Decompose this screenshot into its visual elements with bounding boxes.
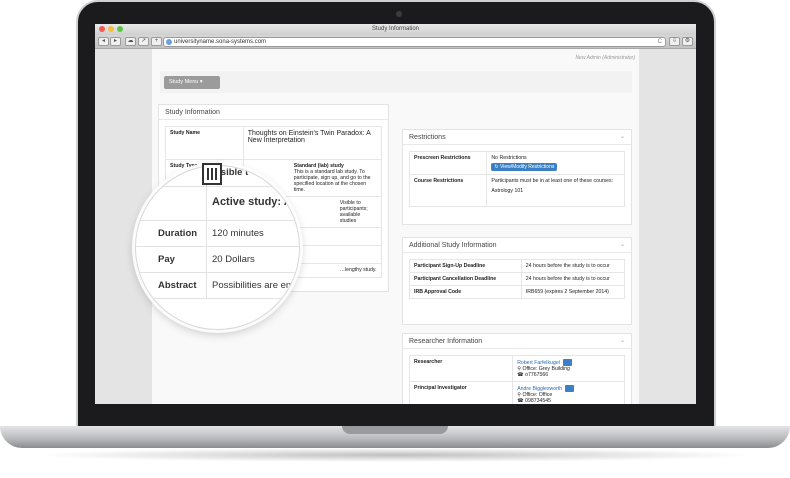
magnified-row: Abstract Possibilities are endl: [136, 272, 299, 298]
window-titlebar: Study Information: [95, 24, 696, 35]
laptop-notch: [342, 426, 448, 434]
researcher-phone: ☎ o7767566: [517, 372, 549, 378]
forward-button[interactable]: ▸: [110, 37, 121, 46]
magnified-key: Duration: [158, 228, 198, 239]
magnified-value: 120 minutes: [212, 228, 264, 239]
restrictions-title: Restrictions: [409, 134, 446, 141]
researcher-panel: Researcher Information ⌄ Researcher Robe…: [402, 333, 632, 404]
magnifier-lens: Visible t Active study: Ap Duration 120 …: [135, 165, 300, 330]
phone-text: 098734545: [525, 398, 552, 404]
additional-table: Participant Sign-Up Deadline 24 hours be…: [409, 259, 626, 299]
gear-icon[interactable]: ⚙: [682, 37, 693, 46]
logged-in-user: New Admin (Administrator): [575, 55, 635, 61]
view-modify-restrictions-button[interactable]: ↻ View/Modify Restrictions: [491, 163, 558, 171]
panel-title: Researcher Information ⌄: [403, 334, 631, 349]
row-key: Principal Investigator: [408, 381, 514, 404]
minimize-window-button[interactable]: [108, 26, 114, 32]
window-controls: [99, 26, 123, 32]
divider: [206, 187, 207, 220]
download-icon[interactable]: ⇩: [669, 37, 680, 46]
building-icon: [202, 163, 222, 185]
divider: [206, 273, 207, 298]
chevron-down-icon[interactable]: ⌄: [620, 130, 625, 145]
table-row: IRB Approval Code IRB659 (expires 2 Sept…: [409, 285, 626, 299]
study-menu-button[interactable]: Study Menu ▾: [164, 76, 220, 89]
row-value: 24 hours before the study is to occur: [520, 272, 626, 286]
chevron-down-icon[interactable]: ⌄: [620, 334, 625, 349]
panel-title: Additional Study Information ⌄: [403, 238, 631, 253]
magnified-key: Pay: [158, 254, 175, 265]
row-key: Study Name: [165, 126, 244, 160]
cloud-icon[interactable]: ☁: [125, 37, 136, 46]
camera-icon: [396, 11, 402, 17]
row-value: 24 hours before the study is to occur: [520, 259, 626, 273]
row-key: Researcher: [408, 355, 514, 382]
phone-text: o7767566: [525, 372, 549, 378]
menu-bar: [160, 71, 632, 93]
prescreen-cell: No Restrictions ↻ View/Modify Restrictio…: [486, 151, 625, 175]
email-icon[interactable]: [562, 359, 572, 366]
magnified-value: 20 Dollars: [212, 254, 255, 265]
url-text: universityname.sona-systems.com: [174, 39, 267, 45]
course-value: Participants must be in at least one of …: [491, 178, 614, 184]
chevron-down-icon[interactable]: ⌄: [620, 238, 625, 253]
building-windows: [207, 168, 217, 180]
course-cell: Participants must be in at least one of …: [486, 174, 625, 207]
divider: [206, 221, 207, 246]
magnified-row: [136, 298, 299, 324]
additional-info-panel: Additional Study Information ⌄ Participa…: [402, 237, 632, 325]
divider: [206, 247, 207, 272]
url-bar[interactable]: universityname.sona-systems.com C: [163, 37, 666, 47]
row-value: IRB659 (expires 2 September 2014): [520, 285, 626, 299]
researcher-table: Researcher Robert Farfelkugel ⚲ Office: …: [408, 355, 625, 404]
row-key: Course Restrictions: [408, 174, 488, 207]
panel-title: Restrictions ⌄: [403, 130, 631, 145]
laptop-shadow: [30, 448, 760, 462]
back-button[interactable]: ◂: [98, 37, 109, 46]
prescreen-value: No Restrictions: [491, 155, 527, 161]
course-item: Astrology 101: [491, 188, 524, 194]
reload-icon[interactable]: C: [658, 38, 662, 46]
magnified-value: Active study: Ap: [212, 196, 299, 208]
restrictions-panel: Restrictions ⌄ Prescreen Restrictions No…: [402, 129, 632, 225]
panel-title: Study Information: [159, 105, 388, 120]
row-key: Participant Sign-Up Deadline: [409, 259, 522, 273]
magnified-key: Abstract: [158, 280, 197, 291]
additional-title: Additional Study Information: [409, 242, 497, 249]
restrictions-table: Prescreen Restrictions No Restrictions ↻…: [408, 151, 625, 207]
email-icon[interactable]: [565, 385, 575, 392]
table-row: Course Restrictions Participants must be…: [408, 174, 625, 207]
window-title: Study Information: [371, 26, 420, 32]
study-name-value: Thoughts on Einstein's Twin Paradox: A N…: [242, 126, 383, 160]
new-tab-button[interactable]: +: [151, 37, 162, 46]
researcher-title: Researcher Information: [409, 338, 483, 345]
magnified-row: Active study: Ap: [136, 186, 299, 220]
magnified-row: Pay 20 Dollars: [136, 246, 299, 272]
magnified-row: Duration 120 minutes: [136, 220, 299, 246]
page-margin-right: [639, 49, 696, 404]
close-window-button[interactable]: [99, 26, 105, 32]
zoom-window-button[interactable]: [117, 26, 123, 32]
table-row: Participant Sign-Up Deadline 24 hours be…: [409, 259, 626, 273]
table-row: Prescreen Restrictions No Restrictions ↻…: [408, 151, 625, 175]
row-key: Participant Cancellation Deadline: [409, 272, 522, 286]
pi-phone: ☎ 098734545: [517, 398, 552, 404]
pi-cell: Andre Bigglesworth ⚲ Office: Office ☎ 09…: [512, 381, 625, 404]
pi-name-link[interactable]: Andre Bigglesworth: [517, 386, 562, 392]
share-icon[interactable]: ↗: [138, 37, 149, 46]
globe-icon: [166, 39, 172, 45]
table-row: Participant Cancellation Deadline 24 hou…: [409, 272, 626, 286]
row-key: IRB Approval Code: [409, 285, 522, 299]
table-row: Researcher Robert Farfelkugel ⚲ Office: …: [408, 355, 625, 382]
button-label: View/Modify Restrictions: [499, 164, 555, 170]
table-row: Study Name Thoughts on Einstein's Twin P…: [165, 126, 383, 160]
browser-toolbar: ◂ ▸ ☁ ↗ + universityname.sona-systems.co…: [95, 35, 696, 49]
row-key: Prescreen Restrictions: [408, 151, 488, 175]
researcher-name-link[interactable]: Robert Farfelkugel: [517, 360, 560, 366]
researcher-cell: Robert Farfelkugel ⚲ Office: Grey Buildi…: [512, 355, 625, 382]
table-row: Principal Investigator Andre Biggleswort…: [408, 381, 625, 404]
magnified-value: Possibilities are endl: [212, 280, 299, 291]
